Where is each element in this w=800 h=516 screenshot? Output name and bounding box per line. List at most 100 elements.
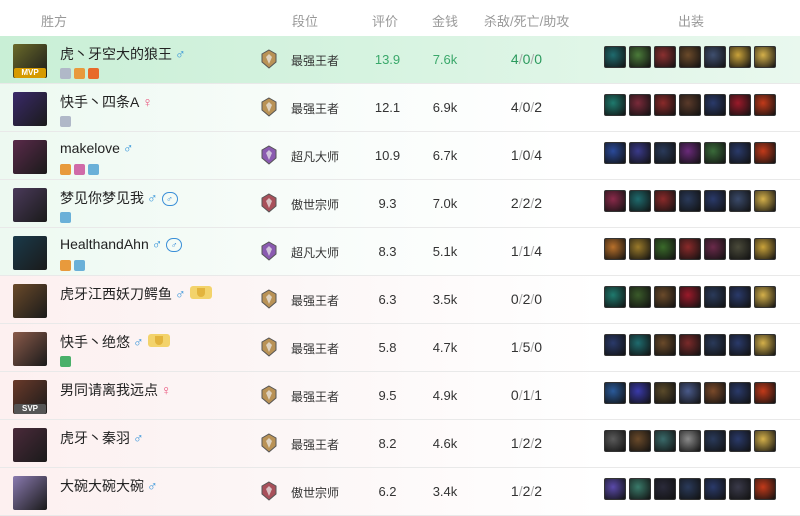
player-name-text[interactable]: 快手丶绝悠 — [60, 334, 130, 350]
item-icon[interactable] — [704, 94, 726, 116]
avatar[interactable] — [13, 236, 47, 270]
avatar[interactable] — [13, 476, 47, 510]
item-icon[interactable] — [679, 286, 701, 308]
item-icon[interactable] — [654, 430, 676, 452]
item-icon[interactable] — [754, 286, 776, 308]
item-icon[interactable] — [604, 190, 626, 212]
item-icon[interactable] — [654, 94, 676, 116]
player-name[interactable]: 虎牙江西妖刀鳄鱼 ♂ — [60, 284, 212, 304]
item-icon[interactable] — [729, 94, 751, 116]
item-icon[interactable] — [654, 190, 676, 212]
item-icon[interactable] — [604, 142, 626, 164]
item-icon[interactable] — [679, 478, 701, 500]
player-row[interactable]: 快手丶绝悠 ♂ 最强王者 5.8 4.7k 1/5/0 — [0, 324, 800, 372]
item-icon[interactable] — [629, 142, 651, 164]
player-name-text[interactable]: 梦见你梦见我 — [60, 190, 144, 206]
item-icon[interactable] — [679, 382, 701, 404]
avatar[interactable] — [13, 284, 47, 318]
player-name-text[interactable]: 男同请离我远点 — [60, 382, 158, 398]
item-icon[interactable] — [604, 334, 626, 356]
item-icon[interactable] — [629, 334, 651, 356]
item-icon[interactable] — [729, 46, 751, 68]
item-icon[interactable] — [679, 46, 701, 68]
player-name-text[interactable]: 虎牙江西妖刀鳄鱼 — [60, 286, 172, 302]
friend-icon[interactable]: ♂ — [161, 192, 178, 206]
item-icon[interactable] — [654, 238, 676, 260]
player-name[interactable]: 大碗大碗大碗 ♂ — [60, 476, 158, 496]
player-name-text[interactable]: 快手丶四条A — [60, 94, 139, 110]
item-icon[interactable] — [604, 478, 626, 500]
item-icon[interactable] — [654, 46, 676, 68]
item-icon[interactable] — [654, 478, 676, 500]
player-row[interactable]: 梦见你梦见我 ♂ ♂ 傲世宗师 9.3 7.0k 2/2/2 — [0, 180, 800, 228]
item-icon[interactable] — [729, 334, 751, 356]
item-icon[interactable] — [679, 94, 701, 116]
item-icon[interactable] — [679, 238, 701, 260]
item-icon[interactable] — [704, 190, 726, 212]
item-icon[interactable] — [654, 382, 676, 404]
player-name[interactable]: 梦见你梦见我 ♂ ♂ — [60, 188, 178, 208]
item-icon[interactable] — [604, 430, 626, 452]
item-icon[interactable] — [604, 238, 626, 260]
item-icon[interactable] — [604, 46, 626, 68]
player-row[interactable]: MVP 虎丶牙空大的狼王 ♂ 最强王者 13.9 7.6k 4/0/0 — [0, 36, 800, 84]
item-icon[interactable] — [629, 382, 651, 404]
player-name-text[interactable]: makelove — [60, 140, 120, 156]
player-row[interactable]: 快手丶四条A ♀ 最强王者 12.1 6.9k 4/0/2 — [0, 84, 800, 132]
player-row[interactable]: makelove ♂ 超凡大师 10.9 6.7k 1/0/4 — [0, 132, 800, 180]
player-name-text[interactable]: HealthandAhn — [60, 236, 149, 252]
item-icon[interactable] — [729, 382, 751, 404]
item-icon[interactable] — [729, 190, 751, 212]
item-icon[interactable] — [754, 382, 776, 404]
item-icon[interactable] — [754, 46, 776, 68]
player-name[interactable]: 虎牙丶秦羽 ♂ — [60, 428, 144, 448]
item-icon[interactable] — [754, 142, 776, 164]
item-icon[interactable] — [629, 190, 651, 212]
item-icon[interactable] — [704, 478, 726, 500]
avatar[interactable] — [13, 188, 47, 222]
friend-icon[interactable]: ♂ — [166, 238, 183, 252]
avatar[interactable]: SVP — [13, 380, 47, 414]
item-icon[interactable] — [629, 430, 651, 452]
item-icon[interactable] — [704, 46, 726, 68]
player-row[interactable]: HealthandAhn ♂ ♂ 超凡大师 8.3 5.1k 1/1/4 — [0, 228, 800, 276]
item-icon[interactable] — [704, 238, 726, 260]
player-row[interactable]: 虎牙丶秦羽 ♂ 最强王者 8.2 4.6k 1/2/2 — [0, 420, 800, 468]
item-icon[interactable] — [754, 94, 776, 116]
item-icon[interactable] — [604, 382, 626, 404]
player-name[interactable]: 男同请离我远点 ♀ — [60, 380, 172, 400]
avatar[interactable] — [13, 332, 47, 366]
item-icon[interactable] — [654, 334, 676, 356]
avatar[interactable] — [13, 428, 47, 462]
item-icon[interactable] — [729, 238, 751, 260]
item-icon[interactable] — [679, 430, 701, 452]
item-icon[interactable] — [729, 478, 751, 500]
item-icon[interactable] — [629, 94, 651, 116]
item-icon[interactable] — [704, 382, 726, 404]
item-icon[interactable] — [754, 238, 776, 260]
item-icon[interactable] — [679, 190, 701, 212]
player-row[interactable]: 虎牙江西妖刀鳄鱼 ♂ 最强王者 6.3 3.5k 0/2/0 — [0, 276, 800, 324]
item-icon[interactable] — [654, 142, 676, 164]
item-icon[interactable] — [629, 286, 651, 308]
item-icon[interactable] — [679, 334, 701, 356]
item-icon[interactable] — [704, 430, 726, 452]
item-icon[interactable] — [704, 142, 726, 164]
item-icon[interactable] — [679, 142, 701, 164]
player-name[interactable]: HealthandAhn ♂ ♂ — [60, 236, 183, 252]
item-icon[interactable] — [604, 94, 626, 116]
item-icon[interactable] — [654, 286, 676, 308]
item-icon[interactable] — [754, 190, 776, 212]
player-name-text[interactable]: 大碗大碗大碗 — [60, 478, 144, 494]
item-icon[interactable] — [629, 238, 651, 260]
player-name-text[interactable]: 虎牙丶秦羽 — [60, 430, 130, 446]
player-name-text[interactable]: 虎丶牙空大的狼王 — [60, 46, 172, 62]
player-name[interactable]: 虎丶牙空大的狼王 ♂ — [60, 44, 186, 64]
player-name[interactable]: makelove ♂ — [60, 140, 133, 156]
player-name[interactable]: 快手丶绝悠 ♂ — [60, 332, 170, 352]
item-icon[interactable] — [704, 334, 726, 356]
avatar[interactable] — [13, 92, 47, 126]
item-icon[interactable] — [629, 478, 651, 500]
item-icon[interactable] — [754, 334, 776, 356]
player-row[interactable]: SVP 男同请离我远点 ♀ 最强王者 9.5 4.9k 0/1/1 — [0, 372, 800, 420]
